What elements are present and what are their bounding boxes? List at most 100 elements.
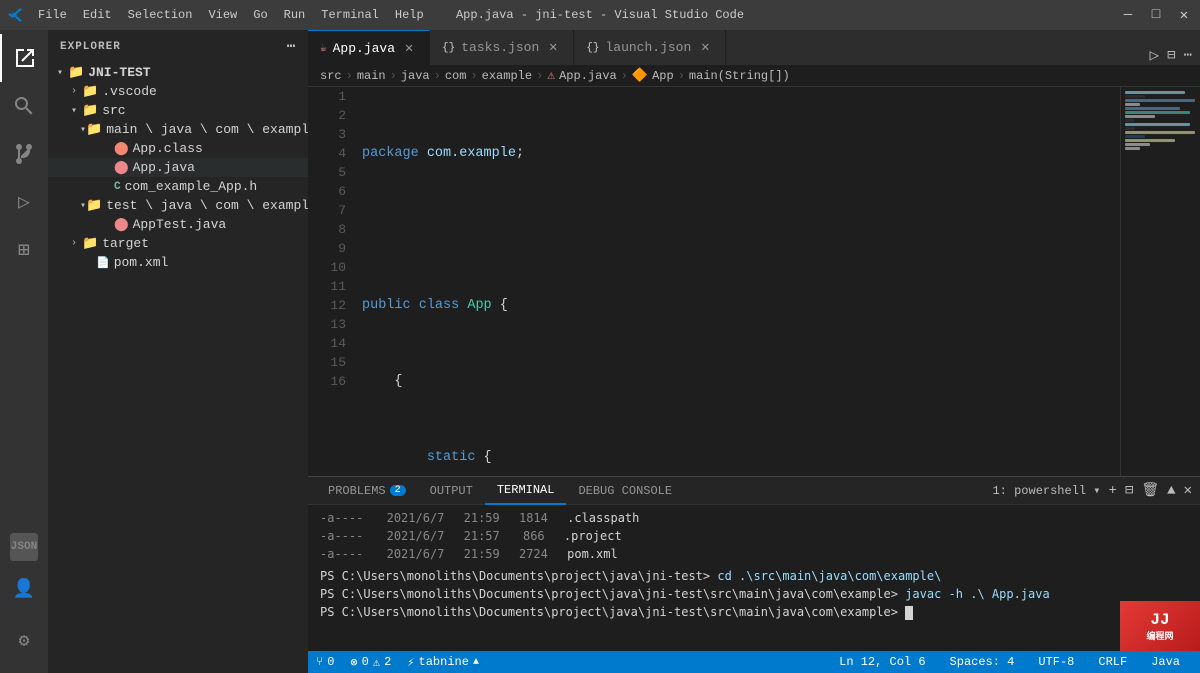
status-encoding[interactable]: UTF-8 [1030,651,1082,673]
title-bar-left: File Edit Selection View Go Run Terminal… [8,4,432,26]
breadcrumb-main-method[interactable]: main(String[]) [689,69,790,83]
mini-line-1 [1125,91,1185,94]
main-layout: ▷ ⊞ JSON 👤 ⚙ EXPLORER ⋯ ▾ 📁 JNI-TEST › [0,30,1200,673]
panel-tab-problems[interactable]: PROBLEMS 2 [316,477,418,505]
menu-help[interactable]: Help [387,4,432,26]
kill-terminal-icon[interactable]: 🗑 [1141,482,1159,499]
search-activity-icon[interactable] [0,82,48,130]
activity-bottom: JSON 👤 ⚙ [0,533,48,665]
status-language[interactable]: Java [1143,651,1188,673]
breadcrumb-com[interactable]: com [445,69,467,83]
status-tabnine[interactable]: ⚡ tabnine ▲ [399,651,487,673]
status-errors[interactable]: ⊗ 0 ⚠ 2 [342,651,399,673]
tree-item-test-example[interactable]: ▾ 📁 test \ java \ com \ example [48,196,308,215]
tree-item-app-class[interactable]: ⬤ App.class [48,139,308,158]
menu-edit[interactable]: Edit [75,4,120,26]
tree-item-app-h[interactable]: C com_example_App.h [48,177,308,196]
minimize-button[interactable]: — [1120,7,1136,23]
sidebar-menu-icon[interactable]: ⋯ [287,38,296,55]
source-control-activity-icon[interactable] [0,130,48,178]
token-space [419,144,427,163]
terminal-selector[interactable]: 1: powershell ▾ [992,483,1100,498]
tab-app-java[interactable]: ☕ App.java ✕ [308,30,430,65]
close-button[interactable]: ✕ [1176,7,1192,24]
maximize-button[interactable]: □ [1148,7,1164,23]
status-ln-col[interactable]: Ln 12, Col 6 [831,651,933,673]
panel-tab-output[interactable]: OUTPUT [418,477,485,505]
line-numbers: 1 2 3 4 5 6 7 8 9 10 11 12 13 14 15 16 [308,87,358,476]
breadcrumb-example[interactable]: example [482,69,532,83]
code-content[interactable]: package com.example; public class App { … [358,87,1120,476]
code-editor[interactable]: 1 2 3 4 5 6 7 8 9 10 11 12 13 14 15 16 [308,87,1120,476]
breadcrumb-sep-1: › [346,69,353,83]
tree-item-target[interactable]: › 📁 target [48,234,308,253]
line-num-2: 2 [308,106,346,125]
tabnine-icon: ⚡ [407,655,414,670]
json-icon[interactable]: JSON [10,533,38,561]
file-tree: ▾ 📁 JNI-TEST › 📁 .vscode ▾ 📁 src ▾ 📁 mai… [48,63,308,673]
menu-view[interactable]: View [200,4,245,26]
tree-item-src[interactable]: ▾ 📁 src [48,101,308,120]
tree-item-pom-xml[interactable]: 📄 pom.xml [48,253,308,272]
mini-line-11 [1125,131,1195,134]
menu-run[interactable]: Run [276,4,314,26]
breadcrumb-main[interactable]: main [357,69,386,83]
line-num-1: 1 [308,87,346,106]
settings-activity-icon[interactable]: ⚙ [0,617,48,665]
tree-item-app-java[interactable]: ⬤ App.java [48,158,308,177]
tab-close-app-java[interactable]: ✕ [401,40,417,57]
line-num-11: 11 [308,277,346,296]
explorer-activity-icon[interactable] [0,34,48,82]
tab-launch-json[interactable]: {} launch.json ✕ [574,30,726,65]
terminal-content[interactable]: -a---- 2021/6/7 21:59 1814 .classpath -a… [308,505,1200,651]
tree-item-jni-test[interactable]: ▾ 📁 JNI-TEST [48,63,308,82]
tree-label-src: src [102,103,125,118]
terminal-col4-2: 866 [523,529,545,543]
maximize-panel-icon[interactable]: ▲ [1167,483,1175,499]
panel-tab-terminal-label: TERMINAL [497,483,555,497]
code-editor-container: 1 2 3 4 5 6 7 8 9 10 11 12 13 14 15 16 [308,87,1200,476]
menu-go[interactable]: Go [245,4,275,26]
branch-icon: ⑂ [316,655,323,669]
new-terminal-icon[interactable]: + [1109,483,1117,499]
tree-item-vscode[interactable]: › 📁 .vscode [48,82,308,101]
panel-tab-terminal[interactable]: TERMINAL [485,477,567,505]
tab-close-tasks-json[interactable]: ✕ [545,39,561,56]
terminal-ps-prefix-1: PS C:\Users\monoliths\Documents\project\… [320,569,717,583]
breadcrumb-sep-3: › [434,69,441,83]
menu-terminal[interactable]: Terminal [313,4,387,26]
run-debug-activity-icon[interactable]: ▷ [0,178,48,226]
title-bar-controls: — □ ✕ [1120,7,1192,24]
warning-icon: ⚠ [373,655,380,670]
menu-file[interactable]: File [30,4,75,26]
panel-tab-output-label: OUTPUT [430,484,473,498]
menu-selection[interactable]: Selection [120,4,201,26]
breadcrumb-src[interactable]: src [320,69,342,83]
breadcrumb-java[interactable]: java [401,69,430,83]
mini-line-14 [1125,143,1150,146]
status-spaces[interactable]: Spaces: 4 [942,651,1023,673]
tree-arrow-jni-test: ▾ [52,67,68,79]
tab-tasks-json[interactable]: {} tasks.json ✕ [430,30,574,65]
tree-item-main-example[interactable]: ▾ 📁 main \ java \ com \ example [48,120,308,139]
split-editor-icon[interactable]: ⊟ [1167,47,1175,64]
terminal-col3-1: 21:59 [464,511,500,525]
tab-bar: ☕ App.java ✕ {} tasks.json ✕ {} launch.j… [308,30,1200,65]
close-panel-icon[interactable]: ✕ [1184,482,1192,499]
run-icon[interactable]: ▷ [1149,45,1159,65]
tree-item-apptest-java[interactable]: ⬤ AppTest.java [48,215,308,234]
accounts-activity-icon[interactable]: 👤 [0,565,48,613]
line-num-6: 6 [308,182,346,201]
status-branch[interactable]: ⑂ 0 [308,651,342,673]
tree-arrow-target: › [66,238,82,249]
status-eol[interactable]: CRLF [1090,651,1135,673]
panel-tab-debug-console[interactable]: DEBUG CONSOLE [566,477,684,505]
breadcrumb-app-java[interactable]: App.java [559,69,617,83]
line-num-10: 10 [308,258,346,277]
tab-close-launch-json[interactable]: ✕ [697,39,713,56]
language-label: Java [1151,655,1180,669]
extensions-activity-icon[interactable]: ⊞ [0,226,48,274]
split-terminal-icon[interactable]: ⊟ [1125,482,1133,499]
more-actions-icon[interactable]: ⋯ [1184,47,1192,64]
breadcrumb-app-class[interactable]: App [652,69,674,83]
